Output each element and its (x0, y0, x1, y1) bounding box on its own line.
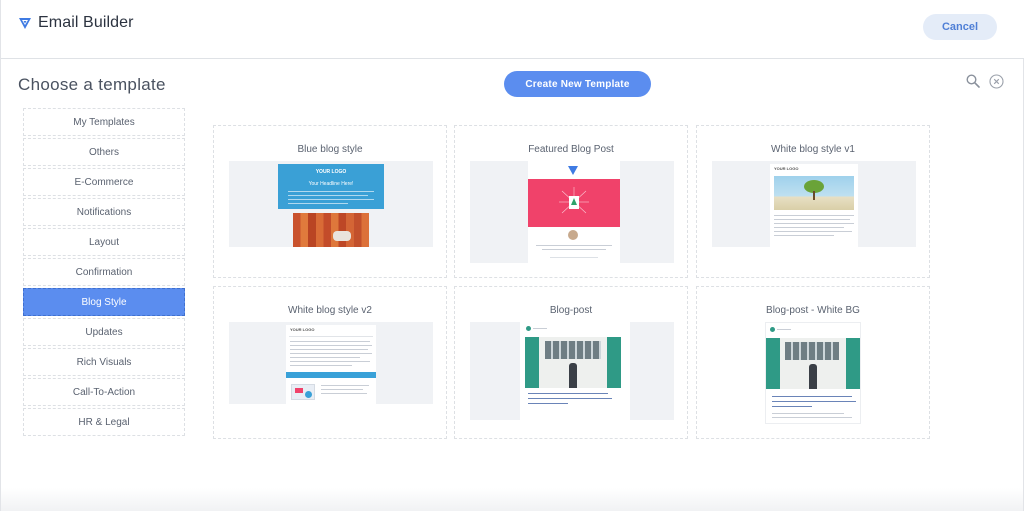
brand-logo-icon (19, 18, 31, 29)
template-card-blog-post[interactable]: Blog-post (454, 286, 688, 439)
template-thumbnail: YOUR LOGO (229, 322, 433, 404)
template-card-white-blog-style-v2[interactable]: White blog style v2 YOUR LOGO (213, 286, 447, 439)
thumbnail-logo-text: YOUR LOGO (774, 166, 799, 171)
sidebar-item-hr-legal[interactable]: HR & Legal (23, 408, 185, 436)
template-title: Featured Blog Post (528, 144, 614, 155)
template-thumbnail (470, 161, 674, 263)
sidebar-item-label: My Templates (73, 116, 135, 128)
thumbnail-photo (525, 337, 621, 388)
template-thumbnail (765, 322, 861, 424)
sidebar-item-label: Notifications (76, 206, 132, 218)
template-title: Blog-post (549, 305, 593, 316)
thumbnail-photo (293, 213, 369, 247)
template-title: Blog-post - White BG (766, 305, 860, 316)
template-card-blue-blog-style[interactable]: Blue blog style YOUR LOGO Your Headline … (213, 125, 447, 278)
thumbnail-header: YOUR LOGO Your Headline Here! (278, 164, 384, 209)
sidebar-item-my-templates[interactable]: My Templates (23, 108, 185, 136)
template-title: Blue blog style (297, 144, 363, 155)
template-card-featured-blog-post[interactable]: Featured Blog Post (454, 125, 688, 278)
thumbnail-headline: Your Headline Here! (308, 181, 354, 187)
sidebar-item-label: Updates (85, 326, 123, 338)
thumbnail-logo-text: YOUR LOGO (290, 327, 315, 332)
sidebar-item-label: E-Commerce (74, 176, 134, 188)
close-circle-icon[interactable] (989, 74, 1004, 89)
template-thumbnail: YOUR LOGO Your Headline Here! (229, 161, 433, 247)
create-new-template-button[interactable]: Create New Template (504, 71, 651, 97)
sidebar-item-label: Others (88, 146, 119, 158)
thumbnail-photo (774, 176, 854, 210)
sidebar-item-label: Layout (88, 236, 120, 248)
sidebar-item-e-commerce[interactable]: E-Commerce (23, 168, 185, 196)
email-builder-app: Email Builder Cancel Choose a template C… (0, 0, 1024, 511)
template-title: White blog style v1 (771, 144, 855, 155)
sidebar-item-notifications[interactable]: Notifications (23, 198, 185, 226)
template-card-blog-post-white-bg[interactable]: Blog-post - White BG (696, 286, 930, 439)
sidebar-item-call-to-action[interactable]: Call-To-Action (23, 378, 185, 406)
thumbnail-pink-header (528, 179, 620, 227)
thumbnail-logo-icon (568, 166, 578, 175)
template-thumbnail (470, 322, 674, 420)
thumbnail-logo-text: YOUR LOGO (315, 169, 347, 175)
sidebar-item-blog-style[interactable]: Blog Style (23, 288, 185, 316)
bottom-shadow (1, 488, 1023, 511)
sidebar-item-label: Confirmation (75, 266, 133, 278)
category-sidebar: My Templates Others E-Commerce Notificat… (23, 108, 185, 438)
page-title: Choose a template (18, 75, 166, 94)
sidebar-item-label: Rich Visuals (76, 356, 132, 368)
template-title: White blog style v2 (288, 305, 372, 316)
sidebar-item-layout[interactable]: Layout (23, 228, 185, 256)
sidebar-item-rich-visuals[interactable]: Rich Visuals (23, 348, 185, 376)
sidebar-item-updates[interactable]: Updates (23, 318, 185, 346)
sidebar-item-label: Blog Style (81, 296, 127, 308)
sidebar-item-label: HR & Legal (78, 416, 130, 428)
search-icon[interactable] (966, 74, 980, 88)
template-thumbnail: YOUR LOGO (712, 161, 916, 247)
sidebar-item-label: Call-To-Action (72, 386, 136, 398)
thumbnail-photo (766, 338, 860, 389)
sidebar-item-confirmation[interactable]: Confirmation (23, 258, 185, 286)
cancel-button[interactable]: Cancel (923, 14, 997, 40)
app-title: Email Builder (38, 14, 134, 31)
template-card-white-blog-style-v1[interactable]: White blog style v1 YOUR LOGO (696, 125, 930, 278)
sidebar-item-others[interactable]: Others (23, 138, 185, 166)
top-bar: Email Builder Cancel (1, 0, 1024, 59)
